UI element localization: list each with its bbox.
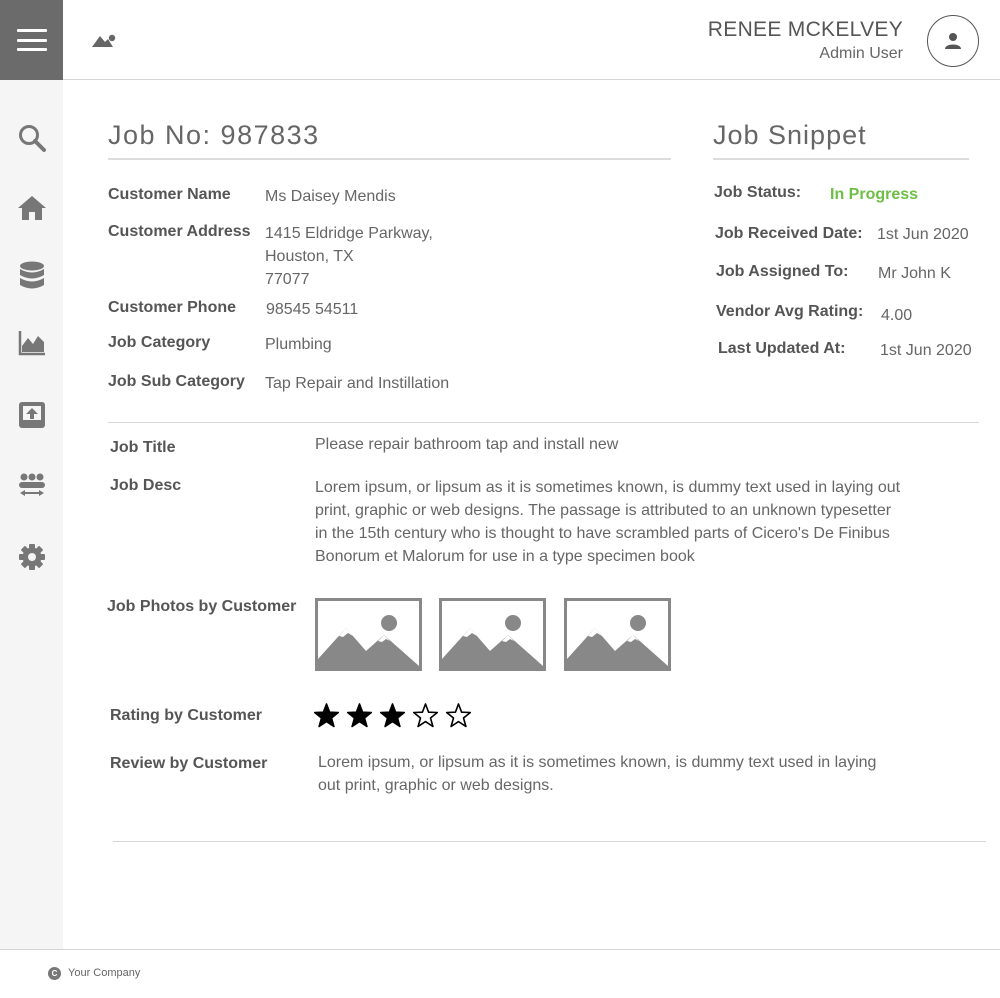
star-filled-icon [347,703,372,728]
star-empty-icon [413,703,438,728]
star-filled-icon [314,703,339,728]
users-transfer-icon [19,473,45,496]
customer-address-line1: 1415 Eldridge Parkway, [265,225,433,242]
sidebar-item-settings[interactable] [16,541,48,573]
job-received-date-value: 1st Jun 2020 [877,226,969,243]
chart-icon [18,331,45,356]
job-desc-value: Lorem ipsum, or lipsum as it is sometime… [315,479,901,565]
job-sub-category-value: Tap Repair and Instillation [265,375,450,392]
sidebar-item-search[interactable] [16,122,48,154]
divider [108,158,671,160]
job-title-label: Job Title [110,439,176,456]
star-filled-icon [380,703,405,728]
customer-address-label: Customer Address [108,223,251,240]
sidebar-item-analytics[interactable] [16,327,48,359]
user-name: RENEE MCKELVEY [707,18,903,41]
image-placeholder-icon [442,615,543,668]
customer-address-line2: Houston, TX [265,248,354,265]
job-desc-label: Job Desc [110,477,182,494]
job-status-label: Job Status: [714,184,802,201]
customer-address-line3: 77077 [265,271,310,288]
customer-rating-stars [314,703,471,728]
job-assigned-to-value: Mr John K [878,265,951,282]
job-number-title: Job No: 987833 [108,120,320,150]
customer-phone-label: Customer Phone [108,299,237,316]
last-updated-label: Last Updated At: [718,340,846,357]
sidebar-item-database[interactable] [16,260,48,292]
home-icon [18,196,46,220]
vendor-avg-rating-label: Vendor Avg Rating: [716,303,864,320]
last-updated-value: 1st Jun 2020 [880,342,972,359]
job-category-label: Job Category [108,334,211,351]
review-value: Lorem ipsum, or lipsum as it is sometime… [318,754,877,794]
job-assigned-to-label: Job Assigned To: [716,263,849,280]
job-photo-thumbnail[interactable] [564,598,671,671]
footer: C Your Company [0,949,1000,998]
logo-mountain-icon[interactable] [92,31,118,54]
divider [713,158,969,160]
database-icon [20,261,44,289]
job-received-date-label: Job Received Date: [715,225,863,242]
upload-icon [19,402,45,428]
job-photo-thumbnail[interactable] [439,598,546,671]
user-role: Admin User [819,45,903,62]
user-avatar-button[interactable] [927,15,979,67]
sidebar-item-users-transfer[interactable] [16,470,48,502]
gear-icon [19,544,45,570]
job-category-value: Plumbing [265,336,332,353]
top-bar: RENEE MCKELVEY Admin User [0,0,1000,80]
menu-button[interactable] [0,0,63,80]
divider [113,841,986,842]
job-title-value: Please repair bathroom tap and install n… [315,436,619,453]
review-label: Review by Customer [110,755,268,772]
divider [108,422,979,423]
sidebar [0,80,63,949]
job-status-value: In Progress [830,186,919,203]
customer-phone-value: 98545 54511 [266,301,359,318]
customer-name-value: Ms Daisey Mendis [265,188,396,205]
company-name: Your Company [68,967,141,979]
sidebar-item-upload[interactable] [16,399,48,431]
user-avatar-icon [945,33,961,49]
star-empty-icon [446,703,471,728]
image-placeholder-icon [567,615,668,668]
search-icon [19,125,46,152]
menu-icon [16,29,47,51]
customer-name-label: Customer Name [108,186,231,203]
image-placeholder-icon [318,615,419,668]
job-photo-thumbnail[interactable] [315,598,422,671]
copyright-icon: C [48,967,61,980]
sidebar-item-home[interactable] [16,192,48,224]
job-snippet-title: Job Snippet [713,120,867,150]
vendor-avg-rating-value: 4.00 [881,307,913,324]
job-photos-label: Job Photos by Customer [107,598,297,615]
rating-label: Rating by Customer [110,707,263,724]
job-sub-category-label: Job Sub Category [108,373,245,390]
